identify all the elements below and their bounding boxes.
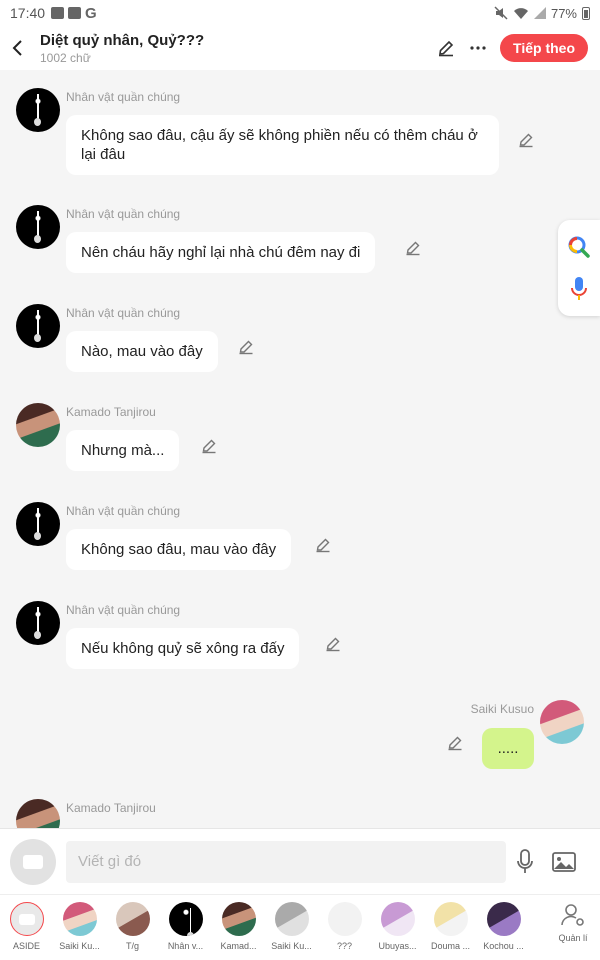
- bag-icon: [68, 7, 82, 19]
- sender-name: Nhân vật quần chúng: [66, 207, 181, 221]
- wifi-icon: [513, 7, 528, 19]
- avatar: [168, 902, 203, 936]
- character-label: ???: [336, 941, 353, 951]
- aside-icon: [23, 854, 43, 869]
- character-bar: ASIDE Saiki Ku... T/g Nhân v... Kamad...…: [0, 894, 600, 960]
- character-item[interactable]: Saiki Ku...: [53, 902, 106, 951]
- message-bubble[interactable]: Nào, mau vào đây: [66, 331, 218, 372]
- avatar: [274, 902, 309, 936]
- image-icon: [51, 7, 65, 19]
- word-count: 1002 chữ: [40, 50, 91, 65]
- character-label: ASIDE: [12, 941, 40, 951]
- character-label: Kamad...: [220, 941, 257, 951]
- character-item[interactable]: Nhân v...: [159, 902, 212, 951]
- character-item[interactable]: Saiki Ku...: [265, 902, 318, 951]
- avatar[interactable]: [16, 799, 60, 828]
- character-label: Kochou ...: [483, 941, 524, 951]
- edit-title-button[interactable]: [436, 38, 456, 58]
- character-label: Saiki Ku...: [271, 941, 312, 951]
- edit-message-icon[interactable]: [447, 735, 463, 751]
- back-button[interactable]: [0, 26, 34, 70]
- mute-icon: [494, 6, 508, 20]
- message-input[interactable]: Viết gì đó: [66, 840, 506, 883]
- next-button[interactable]: Tiếp theo: [500, 34, 588, 62]
- edit-message-icon[interactable]: [518, 132, 534, 148]
- avatar[interactable]: [16, 88, 60, 132]
- edit-message-icon[interactable]: [405, 240, 421, 256]
- google-icon: G: [85, 4, 97, 22]
- status-time: 17:40: [10, 5, 46, 21]
- page-title: Diệt quỷ nhân, Quỷ???: [40, 31, 205, 49]
- character-label: Nhân v...: [167, 941, 204, 951]
- avatar: [115, 902, 150, 936]
- avatar: [433, 902, 468, 936]
- title-block: Diệt quỷ nhân, Quỷ??? 1002 chữ: [40, 32, 204, 65]
- character-item[interactable]: T/g: [106, 902, 159, 951]
- avatar[interactable]: [16, 304, 60, 348]
- app-header: Diệt quỷ nhân, Quỷ??? 1002 chữ Tiếp theo: [0, 26, 600, 70]
- avatar: [327, 902, 362, 936]
- avatar: [486, 902, 521, 936]
- manage-label: Quản lí: [558, 933, 588, 943]
- character-label: Douma ...: [430, 941, 470, 951]
- more-button[interactable]: [468, 38, 488, 58]
- signal-icon: [533, 7, 546, 19]
- back-arrow-icon: [12, 40, 22, 56]
- character-aside[interactable]: ASIDE: [0, 902, 53, 951]
- aside-toggle-button[interactable]: [10, 838, 56, 885]
- character-item[interactable]: Ubuyas...: [371, 902, 424, 951]
- avatar: [221, 902, 256, 936]
- character-item[interactable]: Douma ...: [424, 902, 477, 951]
- edit-message-icon[interactable]: [238, 339, 254, 355]
- more-dots-icon: [470, 46, 486, 50]
- google-assistant-widget: [558, 220, 600, 316]
- message-bubble[interactable]: Không sao đâu, mau vào đây: [66, 529, 292, 570]
- pencil-icon: [439, 40, 454, 57]
- status-bar: 17:40 G 77%: [0, 0, 600, 26]
- message-bubble[interactable]: Không sao đâu, cậu ấy sẽ không phiền nếu…: [66, 115, 499, 175]
- voice-search-icon[interactable]: [570, 276, 588, 302]
- avatar[interactable]: [16, 205, 60, 249]
- character-item[interactable]: ???: [318, 902, 371, 951]
- message-bubble[interactable]: Nếu không quỷ sẽ xông ra đấy: [66, 628, 300, 669]
- manage-characters-button[interactable]: Quản lí: [546, 902, 600, 943]
- composer: Viết gì đó: [0, 828, 600, 894]
- sender-name: Nhân vật quần chúng: [66, 504, 181, 518]
- character-label: T/g: [125, 941, 139, 951]
- avatar[interactable]: [540, 700, 584, 744]
- avatar[interactable]: [16, 502, 60, 546]
- microphone-icon[interactable]: [516, 848, 534, 875]
- sender-name: Nhân vật quần chúng: [66, 90, 181, 104]
- chat-area[interactable]: Nhân vật quần chúng Không sao đâu, cậu ấ…: [0, 70, 600, 828]
- message-bubble[interactable]: Nên cháu hãy nghỉ lại nhà chú đêm nay đi: [66, 232, 376, 273]
- user-settings-icon: [561, 904, 584, 926]
- avatar[interactable]: [16, 403, 60, 447]
- image-upload-icon[interactable]: [552, 851, 576, 872]
- message-bubble[interactable]: .....: [482, 728, 534, 769]
- message-bubble[interactable]: Nhưng mà...: [66, 430, 180, 471]
- avatar: [380, 902, 415, 936]
- character-label: Ubuyas...: [378, 941, 417, 951]
- character-item[interactable]: Kamad...: [212, 902, 265, 951]
- sender-name: Kamado Tanjirou: [66, 405, 156, 419]
- avatar: [62, 902, 97, 936]
- sender-name: Nhân vật quần chúng: [66, 306, 181, 320]
- search-icon[interactable]: [567, 235, 591, 259]
- character-item[interactable]: Kochou ...: [477, 902, 530, 951]
- sender-name: Saiki Kusuo: [470, 702, 534, 716]
- aside-avatar: [9, 902, 44, 936]
- battery-percent: 77%: [550, 5, 577, 21]
- edit-message-icon[interactable]: [315, 537, 331, 553]
- avatar[interactable]: [16, 601, 60, 645]
- edit-message-icon[interactable]: [201, 438, 217, 454]
- edit-message-icon[interactable]: [325, 636, 341, 652]
- sender-name: Nhân vật quần chúng: [66, 603, 181, 617]
- sender-name: Kamado Tanjirou: [66, 801, 156, 815]
- character-label: Saiki Ku...: [59, 941, 100, 951]
- battery-icon: [582, 6, 590, 20]
